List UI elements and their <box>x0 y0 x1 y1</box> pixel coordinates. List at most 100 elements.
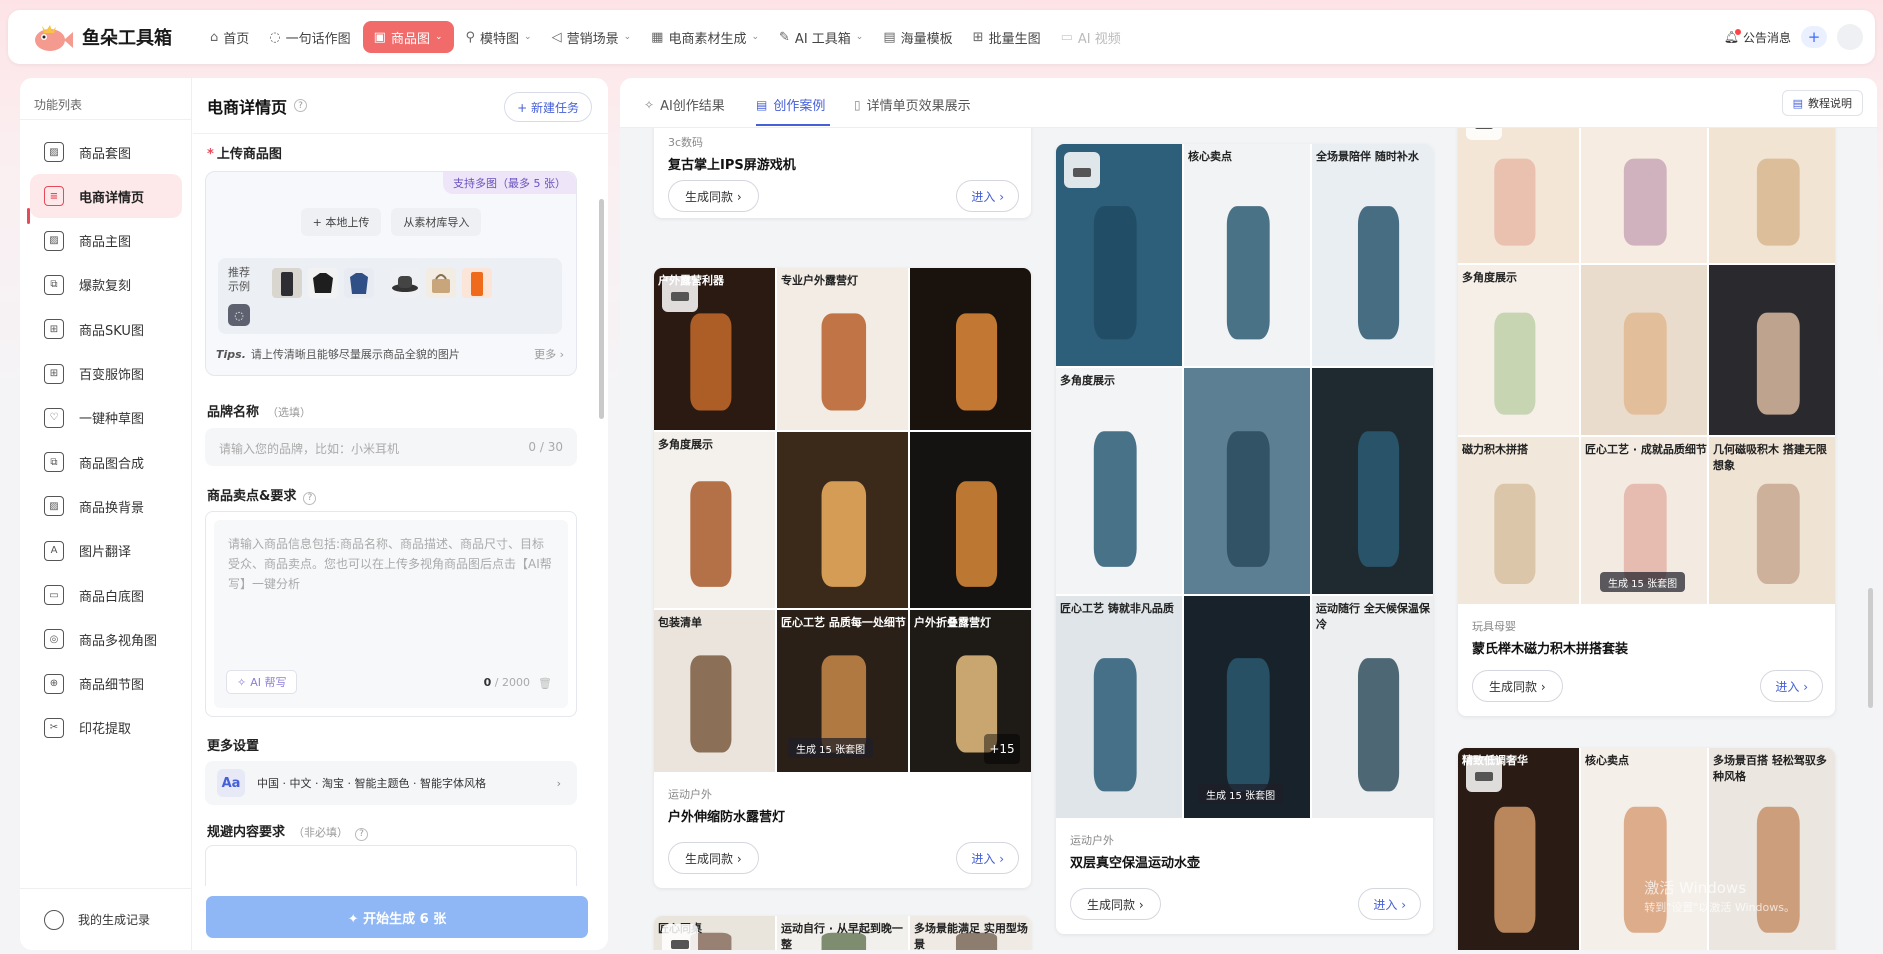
product-thumbnail[interactable]: 匠心工艺 铸就非凡品质 <box>1056 596 1182 818</box>
generate-same-button[interactable]: 生成同款 › <box>1070 888 1161 920</box>
sample-thumb-hat[interactable] <box>390 268 420 298</box>
generate-button[interactable]: ✦ 开始生成 6 张 <box>206 896 588 938</box>
product-thumbnail[interactable] <box>1184 368 1310 594</box>
nav-item-1[interactable]: ◌ 一句话作图 <box>261 21 358 53</box>
product-thumbnail[interactable] <box>1312 368 1433 594</box>
product-thumbnail[interactable] <box>1581 265 1707 435</box>
product-thumbnail[interactable]: 多场景能满足 实用型场景 <box>910 916 1031 950</box>
case-card-blocks[interactable]: 多角度展示 磁力积木拼搭 匠心工艺 · 成就品质细节 几何磁吸积木 搭建无限想象 生成… <box>1458 128 1835 716</box>
product-thumbnail[interactable]: 磁力积木拼搭 <box>1458 437 1579 604</box>
sample-thumb-bag[interactable] <box>426 268 456 298</box>
ai-write-button[interactable]: ✧ AI 帮写 <box>226 670 298 694</box>
style-settings-selector[interactable]: Aa 中国 · 中文 · 淘宝 · 智能主题色 · 智能字体风格 › <box>205 761 577 805</box>
product-thumbnail[interactable]: 全场景陪伴 随时补水 <box>1312 144 1433 366</box>
generate-same-button[interactable]: 生成同款 › <box>668 180 759 212</box>
product-shape <box>1226 658 1270 792</box>
enter-button[interactable]: 进入 › <box>1358 888 1421 920</box>
enter-button[interactable]: 进入 › <box>956 842 1019 874</box>
nav-item-7[interactable]: ▤ 海量模板 <box>875 21 960 53</box>
sample-thumb-jacket[interactable] <box>308 268 338 298</box>
sidebar-item-12[interactable]: ⊕ 商品细节图 <box>30 662 182 706</box>
generate-same-button[interactable]: 生成同款 › <box>1472 670 1563 702</box>
nav-item-3[interactable]: ⚲ 模特图 ⌄ <box>458 21 540 53</box>
sidebar-item-1[interactable]: ≡ 电商详情页 <box>30 174 182 219</box>
product-thumbnail[interactable]: 包装清单 <box>654 610 775 772</box>
case-card-partial[interactable]: 匠心同桌运动自行 · 从早起到晚一整多场景能满足 实用型场景 <box>654 916 1031 950</box>
product-thumbnail[interactable] <box>1581 128 1707 263</box>
product-thumbnail[interactable]: 专业户外露营灯 <box>777 268 908 430</box>
case-gallery[interactable]: 3c数码 复古掌上IPS屏游戏机 生成同款 › 进入 › 户外露营利器专业户外露… <box>620 128 1877 950</box>
enter-button[interactable]: 进入 › <box>1760 670 1823 702</box>
brand-name-input[interactable]: 请输入您的品牌，比如：小米耳机 0 / 30 <box>205 428 577 466</box>
form-scroll-area[interactable]: * 上传商品图 支持多图（最多 5 张） + 本地上传 从素材库导入 推荐 示例 … <box>193 135 608 950</box>
selling-points-textarea[interactable]: 请输入商品信息包括:商品名称、商品描述、商品尺寸、目标受众、商品卖点。您也可以在… <box>205 511 577 717</box>
nav-item-4[interactable]: ◁ 营销场景 ⌄ <box>544 21 640 53</box>
sidebar-item-8[interactable]: ▨ 商品换背景 <box>30 484 182 528</box>
nav-item-label: AI 工具箱 <box>794 31 851 47</box>
nav-item-8[interactable]: ⊞ 批量生图 <box>965 21 1049 53</box>
product-thumbnail[interactable]: 多场景百搭 轻松驾驭多种风格 <box>1709 748 1835 950</box>
sample-thumb-orange-coat[interactable] <box>462 268 492 298</box>
sidebar-item-11[interactable]: ◎ 商品多视角图 <box>30 617 182 661</box>
generate-same-button[interactable]: 生成同款 › <box>668 842 759 874</box>
sample-thumb-blue-jacket[interactable] <box>344 268 374 298</box>
app-logo[interactable]: 鱼朵工具箱 <box>30 21 202 53</box>
case-card-bracelet[interactable]: 精致低调奢华核心卖点多场景百搭 轻松驾驭多种风格 激活 Windows 转到"设… <box>1458 748 1835 950</box>
case-card-lamp[interactable]: 户外露营利器专业户外露营灯多角度展示包装清单匠心工艺 品质每一处细节户外折叠露营… <box>654 268 1031 888</box>
help-icon[interactable]: ? <box>294 99 308 112</box>
form-scrollbar[interactable] <box>599 199 604 419</box>
nav-item-6[interactable]: ✎ AI 工具箱 ⌄ <box>771 21 871 53</box>
case-icon: ▤ <box>756 97 768 112</box>
product-thumbnail[interactable] <box>910 432 1031 608</box>
my-history-button[interactable]: 我的生成记录 <box>20 888 192 950</box>
product-thumbnail[interactable]: 运动自行 · 从早起到晚一整 <box>777 916 908 950</box>
product-thumbnail[interactable]: 核心卖点 <box>1581 748 1707 950</box>
product-thumbnail[interactable] <box>1709 265 1835 435</box>
product-thumbnail[interactable]: 多角度展示 <box>654 432 775 608</box>
tab-ai-results[interactable]: ✧ AI创作结果 <box>644 95 725 115</box>
tutorial-button[interactable]: ▤ 教程说明 <box>1781 90 1863 116</box>
eye-off-icon[interactable]: ◌ <box>228 304 250 326</box>
notice-button[interactable]: 🔔︎ 公告消息 <box>1724 29 1791 46</box>
product-thumbnail[interactable]: 几何磁吸积木 搭建无限想象 <box>1709 437 1835 604</box>
product-thumbnail[interactable] <box>910 268 1031 430</box>
nav-item-2[interactable]: ▣ 商品图 ⌄ <box>362 21 454 53</box>
new-task-button[interactable]: + 新建任务 <box>504 92 592 122</box>
product-thumbnail[interactable]: 核心卖点 <box>1184 144 1310 366</box>
product-thumbnail[interactable]: 运动随行 全天候保温保冷 <box>1312 596 1433 818</box>
sidebar-item-3[interactable]: ⧉ 爆款复刻 <box>30 263 182 307</box>
tab-detail-preview[interactable]: ▯ 详情单页效果展示 <box>854 95 971 115</box>
sidebar-item-7[interactable]: ⧉ 商品图合成 <box>30 440 182 484</box>
product-thumbnail[interactable] <box>777 432 908 608</box>
sidebar-item-2[interactable]: ▨ 商品主图 <box>30 219 182 263</box>
sidebar-item-13[interactable]: ✂ 印花提取 <box>30 706 182 750</box>
trash-icon[interactable]: 🗑︎ <box>538 677 552 690</box>
product-thumbnail[interactable]: 多角度展示 <box>1458 265 1579 435</box>
case-card-console[interactable]: 3c数码 复古掌上IPS屏游戏机 生成同款 › 进入 › <box>654 128 1031 218</box>
sidebar-item-10[interactable]: ▭ 商品白底图 <box>30 573 182 617</box>
case-card-bottle[interactable]: 核心卖点 全场景陪伴 随时补水多角度展示 匠心工艺 铸就非凡品质 运动随行 全天候保温… <box>1056 144 1433 934</box>
product-thumbnail[interactable]: 多角度展示 <box>1056 368 1182 594</box>
sidebar-item-4[interactable]: ⊞ 商品SKU图 <box>30 307 182 351</box>
user-avatar[interactable] <box>1837 24 1863 50</box>
product-shape <box>1623 158 1667 246</box>
library-import-button[interactable]: 从素材库导入 <box>391 208 482 236</box>
more-tips-link[interactable]: 更多 › <box>534 346 564 362</box>
nav-item-9[interactable]: ▭ AI 视频 <box>1053 21 1129 53</box>
add-button[interactable]: + <box>1801 26 1827 48</box>
sample-thumb-coat[interactable] <box>272 268 302 298</box>
sidebar-item-5[interactable]: ⊞ 百变服饰图 <box>30 352 182 396</box>
upload-dropzone[interactable]: 支持多图（最多 5 张） + 本地上传 从素材库导入 推荐 示例 ◌ Tips.… <box>205 171 577 376</box>
sidebar-item-9[interactable]: A 图片翻译 <box>30 529 182 573</box>
sidebar-item-6[interactable]: ♡ 一键种草图 <box>30 396 182 440</box>
nav-item-5[interactable]: ▦ 电商素材生成 ⌄ <box>643 21 767 53</box>
sidebar-item-0[interactable]: ▨ 商品套图 <box>30 130 182 174</box>
product-thumbnail[interactable] <box>1458 128 1579 263</box>
sidebar-item-label: 图片翻译 <box>79 545 132 561</box>
local-upload-button[interactable]: + 本地上传 <box>300 208 382 236</box>
enter-button[interactable]: 进入 › <box>956 180 1019 212</box>
product-thumbnail[interactable] <box>1709 128 1835 263</box>
gallery-scrollbar[interactable] <box>1868 588 1873 708</box>
nav-item-0[interactable]: ⌂ 首页 <box>202 21 257 53</box>
tab-cases[interactable]: ▤ 创作案例 <box>756 95 825 115</box>
